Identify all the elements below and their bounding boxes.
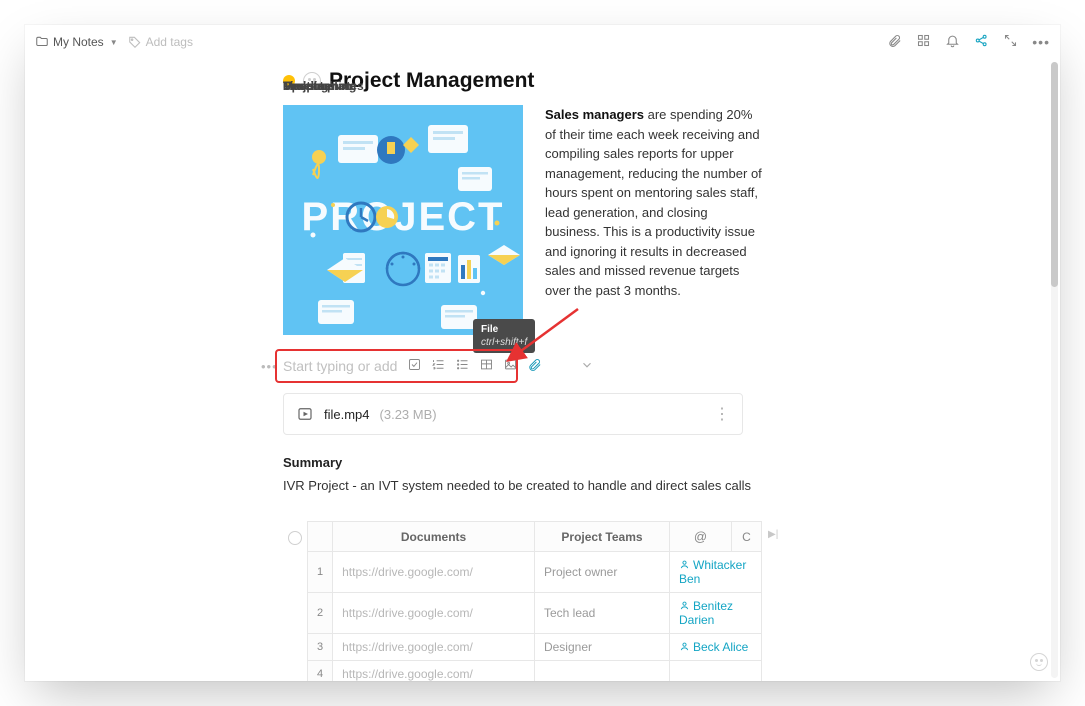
scrollbar-thumb[interactable]: [1051, 62, 1058, 287]
expand-icon[interactable]: [1003, 33, 1018, 51]
feedback-face-icon[interactable]: [1030, 653, 1048, 671]
folder-icon: [35, 35, 49, 49]
share-icon[interactable]: [974, 33, 989, 51]
scrollbar[interactable]: [1051, 62, 1058, 678]
bell-icon[interactable]: [945, 33, 960, 51]
grid-icon[interactable]: [916, 33, 931, 51]
app-window: My Notes ▼ Add tags •••: [25, 25, 1060, 681]
attachment-icon[interactable]: [887, 33, 902, 51]
notebook-selector[interactable]: My Notes ▼: [35, 35, 118, 49]
caret-down-icon: ▼: [110, 38, 118, 47]
more-icon[interactable]: •••: [1032, 34, 1050, 50]
topbar: My Notes ▼ Add tags •••: [25, 25, 1060, 59]
add-tags-button[interactable]: Add tags: [128, 35, 193, 49]
notebook-name: My Notes: [53, 35, 104, 49]
tag-icon: [128, 35, 142, 49]
drag-handle-icon[interactable]: •••: [261, 359, 278, 374]
documents-table: Documents Project Teams @ C 1Pre-plannin…: [283, 521, 793, 681]
add-tags-label: Add tags: [146, 35, 193, 49]
